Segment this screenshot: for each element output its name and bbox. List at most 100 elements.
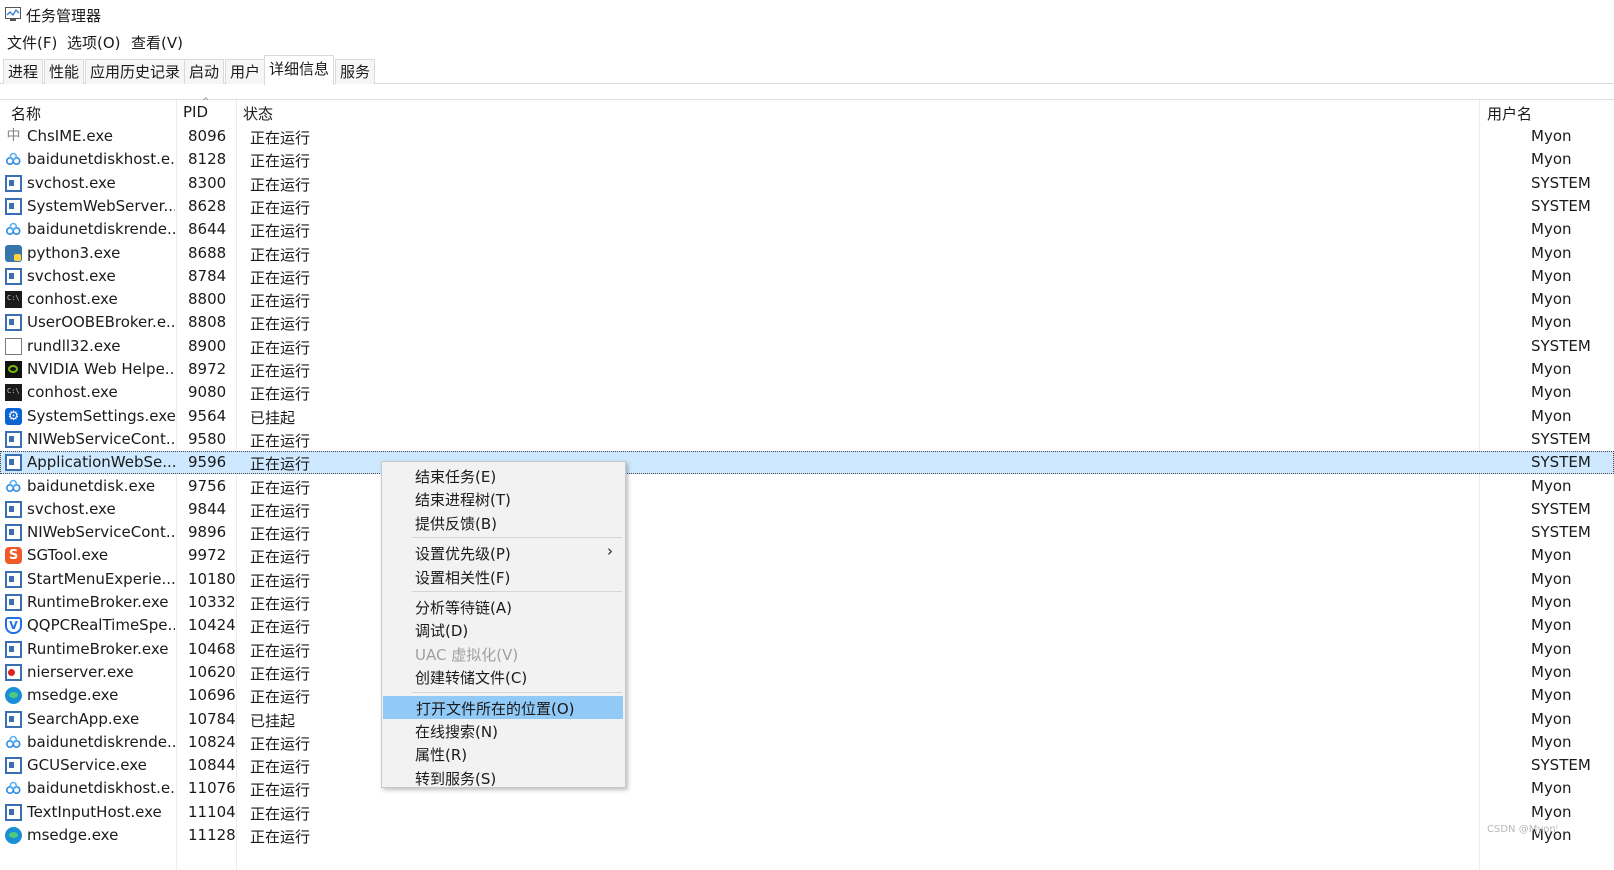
table-row[interactable]: nierserver.exe 10620 正在运行 Myon (0, 661, 1614, 684)
menu-separator (412, 691, 622, 693)
context-menu-item[interactable]: 调试(D) (382, 618, 625, 641)
context-menu-item-label: 结束任务(E) (415, 468, 497, 486)
process-pid: 8900 (188, 336, 227, 355)
window-icon (5, 454, 22, 472)
process-user: Myon (1531, 662, 1572, 681)
context-menu-item[interactable]: 转到服务(S) (382, 766, 625, 789)
tab-users[interactable]: 用户 (225, 59, 266, 84)
table-row[interactable]: C:\ conhost.exe 8800 正在运行 Myon (0, 288, 1614, 311)
tab-processes[interactable]: 进程 (3, 59, 44, 84)
file-icon (5, 337, 22, 355)
table-row[interactable]: ApplicationWebSe... 9596 正在运行 SYSTEM (0, 451, 1614, 475)
table-row[interactable]: NVIDIA Web Helpe... 8972 正在运行 Myon (0, 358, 1614, 381)
context-menu-item[interactable]: 设置优先级(P) › (382, 541, 625, 564)
process-name: NIWebServiceCont... (27, 429, 175, 448)
table-row[interactable]: python3.exe 8688 正在运行 Myon (0, 242, 1614, 265)
context-menu-item[interactable]: 创建转储文件(C) (382, 665, 625, 688)
table-row[interactable]: svchost.exe 8784 正在运行 Myon (0, 265, 1614, 288)
process-pid: 10468 (188, 639, 236, 658)
tab-services[interactable]: 服务 (335, 59, 376, 84)
process-user: Myon (1531, 546, 1572, 565)
table-row[interactable]: StartMenuExperie... 10180 正在运行 Myon (0, 568, 1614, 591)
context-menu-item-label: 在线搜索(N) (415, 723, 498, 741)
svg-text:C:\: C:\ (7, 387, 20, 395)
tab-details[interactable]: 详细信息 (264, 55, 335, 85)
context-menu-item[interactable]: 属性(R) (382, 742, 625, 765)
table-row[interactable]: ⚙ SystemSettings.exe 9564 已挂起 Myon (0, 405, 1614, 428)
process-pid: 8800 (188, 290, 227, 309)
process-status: 正在运行 (250, 222, 311, 241)
table-row[interactable]: baidunetdiskhost.e... 11076 正在运行 Myon (0, 777, 1614, 800)
table-row[interactable]: rundll32.exe 8900 正在运行 SYSTEM (0, 335, 1614, 358)
process-name: RuntimeBroker.exe (27, 593, 169, 611)
process-user: SYSTEM (1531, 173, 1591, 192)
table-row[interactable]: V QQPCRealTimeSpe... 10424 正在运行 Myon (0, 614, 1614, 637)
tab-startup[interactable]: 启动 (184, 59, 225, 84)
column-header-user[interactable]: 用户名 (1487, 103, 1532, 124)
context-menu-item-label: 调试(D) (415, 622, 469, 641)
table-row[interactable]: RuntimeBroker.exe 10332 正在运行 Myon (0, 591, 1614, 614)
context-menu-item[interactable]: 结束任务(E) (382, 464, 625, 487)
menu-file[interactable]: 文件(F) (7, 32, 57, 53)
process-pid: 9896 (188, 523, 227, 542)
table-row[interactable]: 中 ChsIME.exe 8096 正在运行 Myon (0, 125, 1614, 148)
context-menu-item[interactable]: 结束进程树(T) (382, 487, 625, 510)
context-menu-item-label: 创建转储文件(C) (415, 669, 528, 688)
context-menu-item[interactable]: 分析等待链(A) (382, 595, 625, 618)
column-header-status[interactable]: 状态 (243, 103, 273, 124)
table-row[interactable]: msedge.exe 10696 正在运行 Myon (0, 684, 1614, 707)
table-row[interactable]: baidunetdisk.exe 9756 正在运行 Myon (0, 475, 1614, 498)
tab-app-history[interactable]: 应用历史记录 (85, 59, 186, 84)
process-status: 正在运行 (250, 781, 311, 800)
process-name: NVIDIA Web Helpe... (27, 360, 175, 378)
table-row[interactable]: SystemWebServer.... 8628 正在运行 SYSTEM (0, 195, 1614, 218)
context-menu-item-label: 结束进程树(T) (415, 491, 511, 510)
table-row[interactable]: NIWebServiceCont... 9896 正在运行 SYSTEM (0, 521, 1614, 544)
table-row[interactable]: svchost.exe 9844 正在运行 SYSTEM (0, 498, 1614, 521)
table-row[interactable]: UserOOBEBroker.e... 8808 正在运行 Myon (0, 311, 1614, 334)
process-status: 已挂起 (250, 408, 296, 427)
context-menu-item[interactable]: 在线搜索(N) (382, 719, 625, 742)
tab-performance[interactable]: 性能 (44, 59, 85, 84)
window-icon (5, 430, 22, 448)
window-title: 任务管理器 (26, 7, 102, 25)
context-menu-item-label: UAC 虚拟化(V) (415, 645, 519, 664)
process-user: Myon (1531, 150, 1572, 169)
process-name: svchost.exe (27, 499, 116, 518)
table-row[interactable]: C:\ conhost.exe 9080 正在运行 Myon (0, 381, 1614, 404)
process-name: nierserver.exe (27, 662, 134, 681)
table-row[interactable]: SearchApp.exe 10784 已挂起 Myon (0, 708, 1614, 731)
svg-text:C:\: C:\ (7, 294, 20, 302)
table-row[interactable]: baidunetdiskrende... 8644 正在运行 Myon (0, 218, 1614, 241)
context-menu-item[interactable]: 设置相关性(F) (382, 565, 625, 588)
context-menu-item[interactable]: 打开文件所在的位置(O) (383, 695, 623, 719)
python-icon (5, 244, 22, 262)
table-row[interactable]: svchost.exe 8300 正在运行 SYSTEM (0, 172, 1614, 195)
baidu-cloud-icon (5, 151, 22, 168)
table-row[interactable]: baidunetdiskhost.e... 8128 正在运行 Myon (0, 148, 1614, 171)
process-status: 正在运行 (250, 758, 311, 777)
process-user: SYSTEM (1531, 429, 1591, 448)
window-icon (5, 757, 22, 775)
process-user: Myon (1531, 709, 1572, 728)
column-header-name[interactable]: 名称 (11, 103, 41, 124)
process-user: SYSTEM (1531, 453, 1591, 472)
context-menu-item: UAC 虚拟化(V) (382, 642, 625, 665)
table-row[interactable]: S SGTool.exe 9972 正在运行 Myon (0, 544, 1614, 567)
process-name: ChsIME.exe (27, 127, 114, 145)
menu-options[interactable]: 选项(O) (67, 32, 121, 53)
context-menu-item[interactable]: 提供反馈(B) (382, 511, 625, 534)
process-name: rundll32.exe (27, 336, 121, 355)
process-user: Myon (1531, 406, 1572, 425)
table-row[interactable]: msedge.exe 11128 正在运行 Myon (0, 824, 1614, 847)
table-row[interactable]: TextInputHost.exe 11104 正在运行 Myon (0, 801, 1614, 824)
table-row[interactable]: NIWebServiceCont... 9580 正在运行 SYSTEM (0, 428, 1614, 451)
table-row[interactable]: RuntimeBroker.exe 10468 正在运行 Myon (0, 638, 1614, 661)
window-icon (5, 524, 22, 542)
table-row[interactable]: GCUService.exe 10844 正在运行 SYSTEM (0, 754, 1614, 777)
window-icon (5, 594, 22, 611)
tab-bar: 进程 性能 应用历史记录 启动 用户 详细信息 服务 (0, 55, 1614, 85)
table-row[interactable]: baidunetdiskrende... 10824 正在运行 Myon (0, 731, 1614, 754)
context-menu-item-label: 转到服务(S) (415, 769, 497, 788)
menu-view[interactable]: 查看(V) (131, 32, 183, 53)
